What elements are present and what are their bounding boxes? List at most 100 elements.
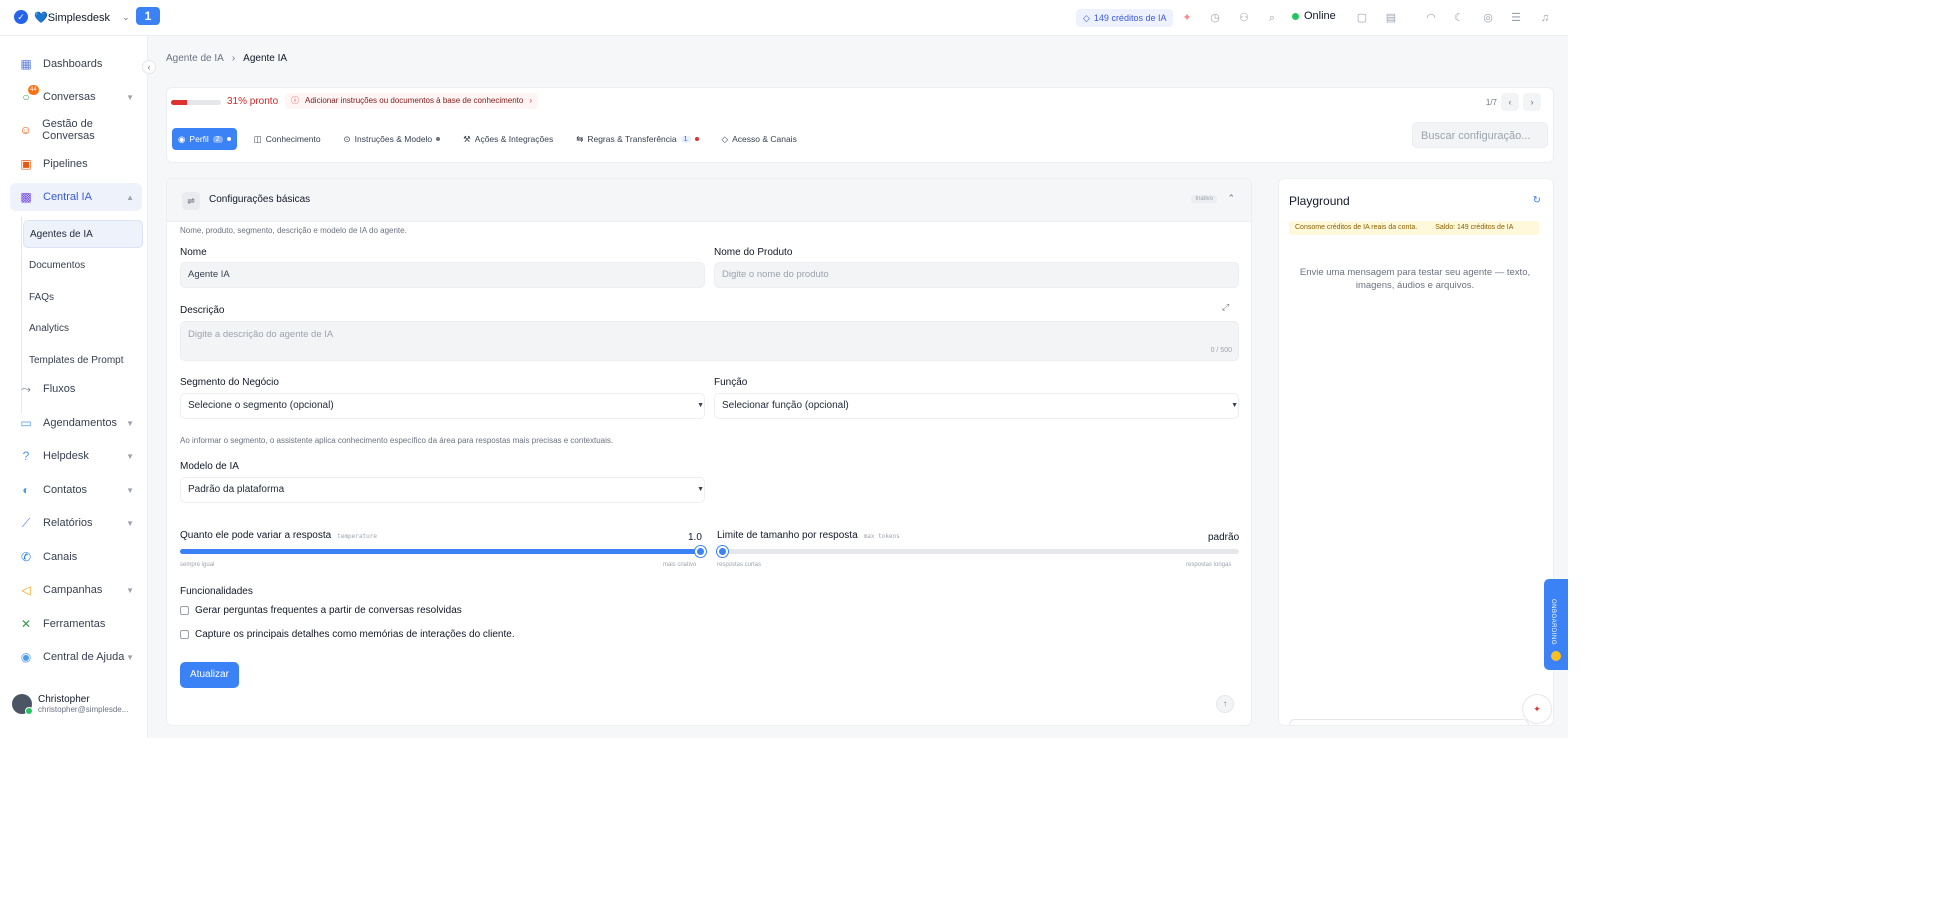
sidebar-item-helpdesk[interactable]: ? Helpdesk ▼: [10, 442, 142, 470]
shield-icon: ◇: [721, 133, 729, 144]
submenu-item-documentos[interactable]: Documentos: [23, 252, 143, 280]
max-tokens-slider[interactable]: [717, 546, 1239, 557]
role-selected-value: Selecionar função (opcional): [722, 400, 849, 411]
product-name-field[interactable]: Digite o nome do produto: [714, 262, 1239, 288]
history-icon[interactable]: ◷: [1207, 10, 1223, 26]
submenu-item-templates[interactable]: Templates de Prompt: [23, 347, 143, 375]
sidebar-item-central-ajuda[interactable]: ◉ Central de Ajuda ▼: [10, 643, 142, 671]
presence-status[interactable]: Online: [1292, 10, 1336, 22]
refresh-icon[interactable]: ↻: [1533, 195, 1541, 206]
segment-select[interactable]: Selecione o segmento (opcional) ▼: [180, 393, 705, 419]
breadcrumb-parent[interactable]: Agente de IA: [166, 53, 224, 64]
playground-message-input[interactable]: [1289, 719, 1529, 725]
sidebar-item-label: Helpdesk: [43, 450, 89, 462]
pager-prev-button[interactable]: ‹: [1501, 93, 1519, 111]
faq-generation-checkbox[interactable]: Gerar perguntas frequentes a partir de c…: [180, 605, 462, 616]
sidebar-item-gestao-conversas[interactable]: ☺ Gestão de Conversas: [10, 116, 142, 144]
temperature-slider-fill: [180, 549, 701, 554]
headset-icon[interactable]: ◠: [1423, 10, 1439, 26]
submenu-item-faqs[interactable]: FAQs: [23, 284, 143, 312]
max-tokens-label-text: Limite de tamanho por resposta: [717, 530, 858, 541]
search-icon[interactable]: ⌕: [1264, 10, 1280, 26]
role-label: Função: [714, 377, 748, 388]
tab-count: 1: [680, 135, 691, 143]
breadcrumb-current: Agente IA: [243, 53, 288, 64]
sidebar-item-dashboards[interactable]: ▦ Dashboards: [10, 50, 142, 78]
features-label: Funcionalidades: [180, 586, 253, 597]
globe-icon[interactable]: ◎: [1480, 10, 1496, 26]
diamond-icon: ◇: [1083, 13, 1090, 23]
sidebar-item-label: Dashboards: [43, 58, 103, 70]
moon-icon[interactable]: ☾: [1451, 10, 1467, 26]
onboarding-indicator: [1551, 651, 1561, 661]
model-select[interactable]: Padrão da plataforma ▼: [180, 477, 705, 503]
conversation-management-icon: ☺: [19, 123, 32, 137]
temperature-slider-thumb[interactable]: [695, 546, 706, 557]
sidebar-collapse-button[interactable]: ‹: [142, 60, 156, 74]
submenu-item-analytics[interactable]: Analytics: [23, 315, 143, 343]
temperature-min-label: sempre igual: [180, 562, 215, 568]
scroll-to-top-button[interactable]: ↑: [1216, 695, 1234, 713]
segment-selected-value: Selecione o segmento (opcional): [188, 400, 334, 411]
ai-assistant-button[interactable]: ✦: [1522, 694, 1552, 724]
sidebar-item-campanhas[interactable]: ◁ Campanhas ▼: [10, 576, 142, 604]
sidebar-item-relatorios[interactable]: ⟋ Relatórios ▼: [10, 509, 142, 537]
sidebar-item-contatos[interactable]: ◐ Contatos ▼: [10, 476, 142, 504]
team-icon[interactable]: ⚇: [1236, 10, 1252, 26]
sidebar-item-canais[interactable]: ✆ Canais: [10, 543, 142, 571]
sidebar-item-label: Gestão de Conversas: [42, 118, 95, 142]
section-subtitle: Nome, produto, segmento, descrição e mod…: [180, 226, 407, 235]
role-select[interactable]: Selecionar função (opcional) ▼: [714, 393, 1239, 419]
checklist-icon[interactable]: ☰: [1508, 10, 1524, 26]
update-button[interactable]: Atualizar: [180, 662, 239, 688]
pager-next-button[interactable]: ›: [1523, 93, 1541, 111]
playground-empty-state: Envie uma mensagem para testar seu agent…: [1299, 267, 1531, 291]
ai-credits-pill[interactable]: ◇ 149 créditos de IA: [1076, 9, 1174, 27]
checkbox-label: Capture os principais detalhes como memó…: [195, 629, 515, 640]
ai-sparkle-icon[interactable]: ✦: [1179, 10, 1195, 26]
tab-perfil[interactable]: ◉ Perfil 2: [172, 128, 237, 150]
sidebar-item-ferramentas[interactable]: ✕ Ferramentas: [10, 610, 142, 638]
readiness-warning[interactable]: ⓘ Adicionar instruções ou documentos à b…: [285, 93, 539, 109]
expand-icon[interactable]: ⤢: [1222, 302, 1229, 313]
workspace-switcher[interactable]: ✓ 💙Simplesdesk ⌄: [14, 10, 130, 24]
name-field[interactable]: Agente IA: [180, 262, 705, 288]
chat-icon[interactable]: ▢: [1354, 10, 1370, 26]
section-title: Configurações básicas: [209, 194, 311, 205]
onboarding-step-badge[interactable]: 1: [136, 7, 160, 25]
chevron-up-icon[interactable]: ⌃: [1227, 193, 1235, 204]
memory-capture-checkbox[interactable]: Capture os principais detalhes como memó…: [180, 629, 515, 640]
sidebar-item-fluxos[interactable]: ⤳ Fluxos: [10, 375, 142, 403]
bell-icon[interactable]: ♫: [1537, 10, 1553, 26]
tab-acoes-integracoes[interactable]: ⚒ Ações & Integrações: [457, 128, 559, 150]
sidebar-item-pipelines[interactable]: ▣ Pipelines: [10, 150, 142, 178]
status-dot: [226, 137, 231, 141]
tab-acesso-canais[interactable]: ◇ Acesso & Canais: [716, 128, 803, 150]
max-tokens-slider-thumb[interactable]: [717, 546, 728, 557]
sidebar-item-label: Contatos: [43, 484, 88, 496]
description-field[interactable]: Digite a descrição do agente de IA 0 / 5…: [180, 321, 1239, 361]
credits-notice-text: Consome créditos de IA reais da conta.: [1295, 224, 1418, 231]
user-profile[interactable]: Christopher christopher@simplesde...: [12, 694, 128, 715]
settings-search-input[interactable]: Buscar configuração...: [1412, 122, 1548, 148]
basic-settings-header[interactable]: ⇌ Configurações básicas Inativo ⌃: [167, 179, 1251, 222]
tab-regras-transferencia[interactable]: ⇆ Regras & Transferência 1: [570, 128, 704, 150]
sidebar-item-agendamentos[interactable]: ▭ Agendamentos ▼: [10, 409, 142, 437]
checkbox-box[interactable]: [180, 630, 189, 639]
help-center-icon: ◉: [20, 650, 32, 664]
tab-conhecimento[interactable]: ◫ Conhecimento: [248, 128, 327, 150]
sidebar-item-conversas[interactable]: ○ 44 Conversas ▼: [10, 83, 142, 111]
tab-instrucoes-modelo[interactable]: ⊙ Instruções & Modelo: [338, 128, 447, 150]
chevron-down-icon: ⌄: [122, 11, 130, 22]
breadcrumb: Agente de IA › Agente IA: [166, 53, 287, 64]
temperature-slider[interactable]: [180, 546, 706, 557]
max-tokens-tag: max tokens: [863, 533, 900, 540]
sidebar-item-central-ia[interactable]: ▩ Central IA ▲: [10, 183, 142, 211]
onboarding-tab[interactable]: ONBOARDING: [1544, 579, 1568, 670]
sidebar-item-label: Relatórios: [43, 517, 93, 529]
ai-hub-icon: ▩: [20, 190, 32, 204]
dashboard-icon: ▦: [20, 57, 32, 71]
inbox-icon[interactable]: ▤: [1383, 10, 1399, 26]
checkbox-box[interactable]: [180, 606, 189, 615]
submenu-item-agentes[interactable]: Agentes de IA: [23, 220, 143, 248]
